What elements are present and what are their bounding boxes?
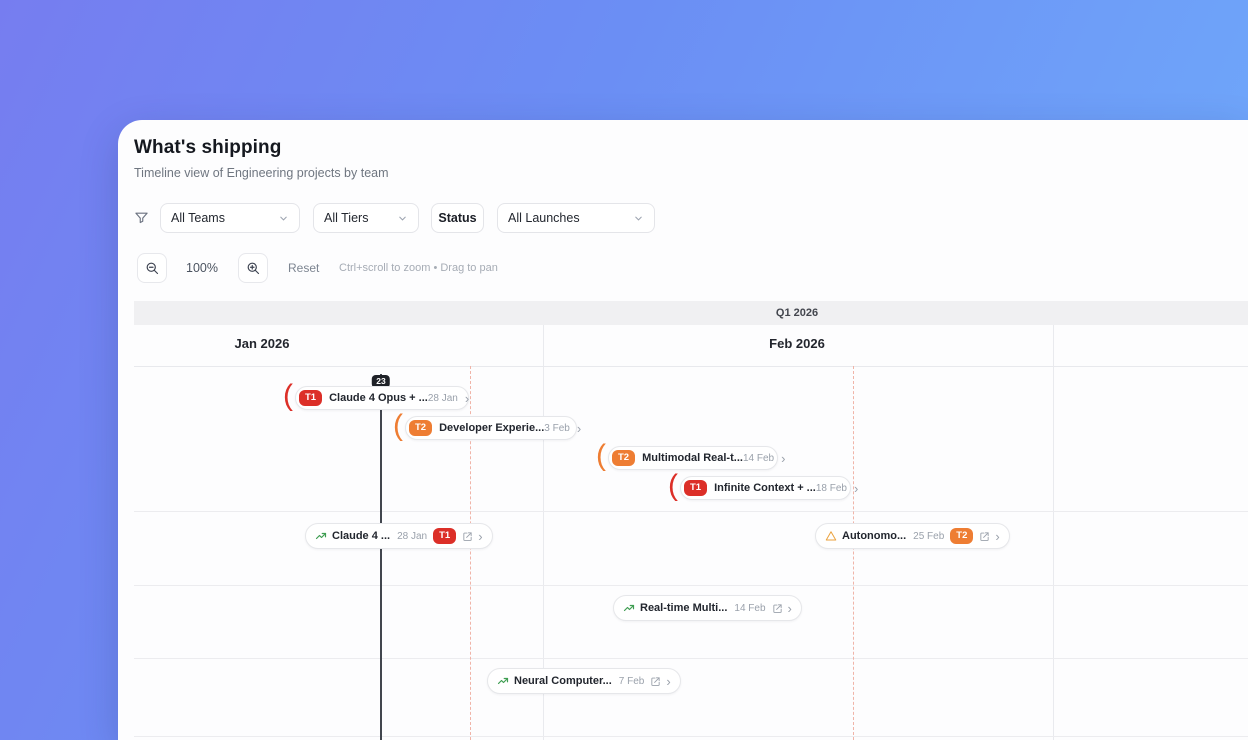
project-bar[interactable]: T1 Claude 4 Opus + ... 28 Jan › (295, 386, 469, 410)
month-gridline (1053, 325, 1054, 740)
tier-badge: T2 (612, 450, 636, 466)
launch-date: 14 Feb (734, 602, 766, 614)
project-bar-row: ( T1 Claude 4 Opus + ... 28 Jan › (283, 379, 469, 412)
launch-date: 28 Jan (397, 530, 428, 542)
launch-date: 25 Feb (913, 530, 945, 542)
filter-funnel-icon (134, 210, 149, 225)
launch-title: Real-time Multi... (640, 602, 728, 614)
chevron-right-icon: › (781, 450, 786, 466)
today-marker-line (380, 374, 382, 740)
project-bar-row: ( T1 Infinite Context + ... 18 Feb › (668, 469, 858, 502)
trending-up-icon (315, 530, 327, 542)
chevron-right-icon: › (478, 528, 483, 544)
zoom-in-button[interactable] (238, 253, 268, 283)
tier-badge: T2 (950, 528, 974, 544)
teams-filter-value: All Teams (171, 211, 225, 225)
filter-bar: All Teams All Tiers Status All Launches (118, 203, 1248, 233)
tier-badge: T2 (409, 420, 433, 436)
chevron-down-icon (278, 213, 289, 224)
magnifier-plus-icon (246, 261, 261, 276)
project-title: Developer Experie... (439, 422, 545, 434)
external-link-icon[interactable] (650, 676, 661, 687)
launch-item[interactable]: Neural Computer... 7 Feb › (487, 668, 681, 694)
zoom-out-button[interactable] (137, 253, 167, 283)
trending-up-icon (497, 675, 509, 687)
chevron-right-icon: › (576, 420, 582, 436)
status-filter-label: Status (438, 211, 477, 225)
project-bar[interactable]: T1 Infinite Context + ... 18 Feb › (680, 476, 858, 500)
magnifier-minus-icon (145, 261, 160, 276)
external-link-icon[interactable] (462, 531, 473, 542)
project-date: 3 Feb (544, 422, 570, 434)
tier-badge: T1 (684, 480, 708, 496)
bar-start-bracket-icon: ( (668, 469, 678, 502)
bar-start-bracket-icon: ( (596, 439, 606, 472)
launch-title: Neural Computer... (514, 675, 612, 687)
launches-filter-value: All Launches (508, 211, 580, 225)
project-date: 18 Feb (815, 482, 847, 494)
project-date: 28 Jan (427, 392, 458, 404)
launch-item[interactable]: Real-time Multi... 14 Feb › (613, 595, 802, 621)
tiers-filter-select[interactable]: All Tiers (313, 203, 419, 233)
quarter-header-band: Q1 2026 (134, 301, 1248, 325)
launch-item[interactable]: Claude 4 ... 28 Jan T1 › (305, 523, 493, 549)
launch-item[interactable]: Autonomo... 25 Feb T2 › (815, 523, 1010, 549)
tier-badge: T1 (299, 390, 323, 406)
chevron-down-icon (633, 213, 644, 224)
month-label-feb: Feb 2026 (769, 336, 825, 351)
project-bar[interactable]: T2 Developer Experie... 3 Feb › (405, 416, 581, 440)
row-divider (134, 658, 1248, 659)
external-link-icon[interactable] (979, 531, 990, 542)
bar-start-bracket-icon: ( (393, 409, 403, 442)
external-link-icon[interactable] (772, 603, 783, 614)
tier-badge: T1 (433, 528, 457, 544)
tiers-filter-value: All Tiers (324, 211, 369, 225)
chevron-right-icon: › (995, 528, 1000, 544)
zoom-toolbar: 100% Reset Ctrl+scroll to zoom • Drag to… (118, 253, 1248, 283)
status-filter-button[interactable]: Status (431, 203, 484, 233)
row-divider (134, 585, 1248, 586)
whats-shipping-panel: What's shipping Timeline view of Enginee… (118, 120, 1248, 740)
launches-filter-select[interactable]: All Launches (497, 203, 655, 233)
bar-start-bracket-icon: ( (283, 379, 293, 412)
page-subtitle: Timeline view of Engineering projects by… (134, 166, 389, 180)
pan-zoom-hint: Ctrl+scroll to zoom • Drag to pan (339, 262, 498, 274)
header-divider (134, 366, 1248, 367)
project-title: Multimodal Real-t... (642, 452, 743, 464)
quarter-label: Q1 2026 (775, 307, 819, 319)
zoom-level-value: 100% (186, 261, 218, 275)
project-title: Infinite Context + ... (714, 482, 816, 494)
timeline-canvas[interactable]: Q1 2026 Jan 2026 Feb 2026 23 ( T1 Claude… (134, 301, 1248, 740)
row-divider (134, 736, 1248, 737)
chevron-right-icon: › (854, 480, 859, 496)
trending-up-icon (623, 602, 635, 614)
teams-filter-select[interactable]: All Teams (160, 203, 300, 233)
launch-title: Autonomo... (842, 530, 907, 542)
project-bar-row: ( T2 Multimodal Real-t... 14 Feb › (596, 439, 785, 472)
chevron-right-icon: › (666, 673, 671, 689)
row-divider (134, 511, 1248, 512)
chevron-right-icon: › (787, 600, 792, 616)
chevron-right-icon: › (464, 390, 470, 406)
month-label-jan: Jan 2026 (234, 336, 290, 351)
project-bar-row: ( T2 Developer Experie... 3 Feb › (393, 409, 581, 442)
page-title: What's shipping (134, 137, 282, 158)
launch-date-marker-line (853, 366, 854, 740)
project-title: Claude 4 Opus + ... (329, 392, 428, 404)
launch-date: 7 Feb (618, 675, 645, 687)
project-bar[interactable]: T2 Multimodal Real-t... 14 Feb › (608, 446, 785, 470)
launch-title: Claude 4 ... (332, 530, 391, 542)
project-date: 14 Feb (742, 452, 775, 464)
chevron-down-icon (397, 213, 408, 224)
warning-icon (825, 530, 837, 542)
reset-zoom-button[interactable]: Reset (288, 261, 319, 275)
